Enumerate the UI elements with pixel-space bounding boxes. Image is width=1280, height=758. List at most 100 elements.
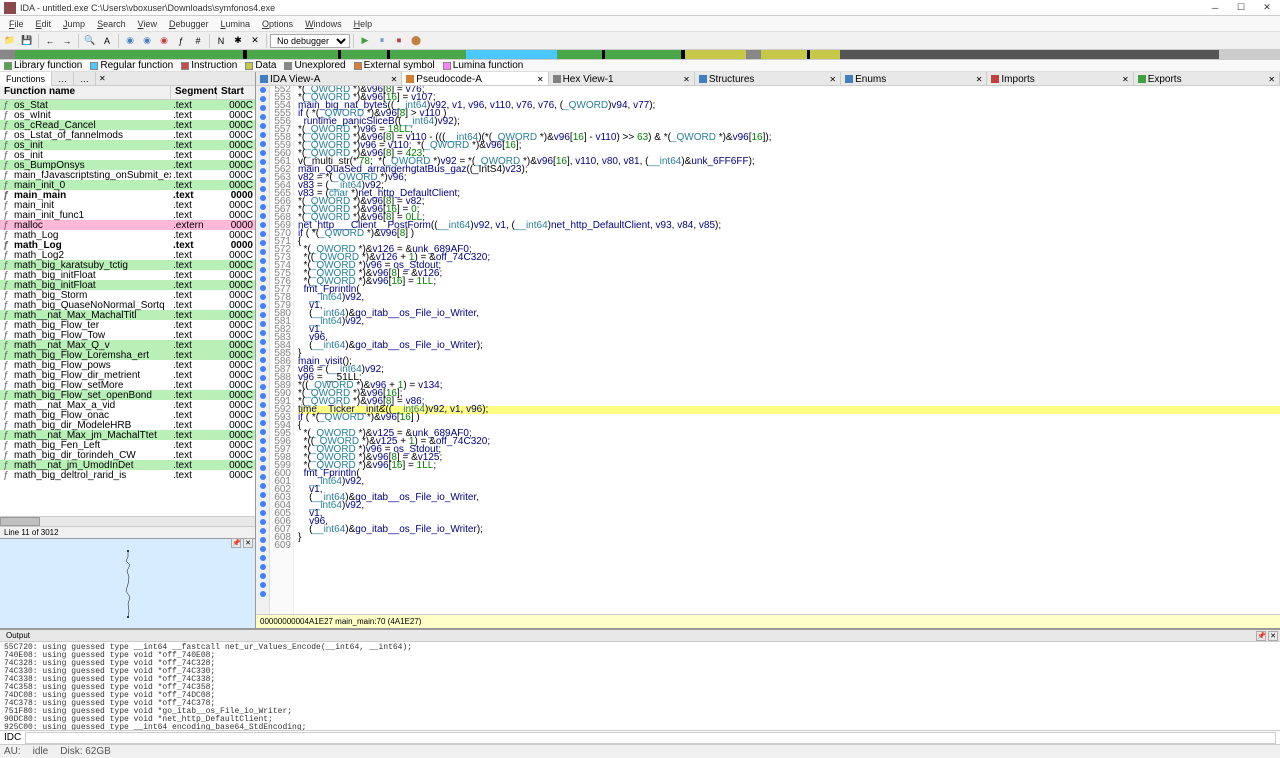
nav-segment[interactable] [341,50,386,59]
tab-close-icon[interactable]: ✕ [1122,75,1129,84]
function-row[interactable]: ƒmath_big_initFloat.text000C [0,270,255,280]
code-line[interactable]: __int64)v92, [298,294,1280,302]
function-row[interactable]: ƒmath_big_Flow_dir_metrient.text000C [0,370,255,380]
code-line[interactable] [298,542,1280,550]
text-icon[interactable]: A [99,33,115,49]
pane-close-icon[interactable]: ✕ [96,74,109,83]
code-line[interactable]: main_visit(); [298,358,1280,366]
nav-segment[interactable] [15,50,242,59]
function-row[interactable]: ƒmath__nat_Max_MachalTitl.text000C [0,310,255,320]
tool-icon[interactable]: ⬤ [408,33,424,49]
nav-segment[interactable] [390,50,466,59]
nav-segment[interactable] [605,50,681,59]
output-close-icon[interactable]: ✕ [1268,631,1278,641]
output-log[interactable]: 55C720: using guessed type __int64 __fas… [0,642,1280,730]
save-icon[interactable]: 💾 [19,33,35,49]
col-start[interactable]: Start [217,86,255,99]
code-line[interactable]: (__int64)&go_itab__os_File_io_Writer, [298,310,1280,318]
tool-icon[interactable]: ◉ [122,33,138,49]
nav-segment[interactable] [247,50,338,59]
code-line[interactable]: (__int64)&go_itab__os_File_io_Writer); [298,342,1280,350]
function-row[interactable]: ƒmain_init.text000C [0,200,255,210]
code-line[interactable]: (__int64)&go_itab__os_File_io_Writer, [298,494,1280,502]
graph-overview[interactable] [0,539,255,628]
code-line[interactable]: runtime_panicSliceB((__int64)v92); [298,118,1280,126]
menu-debugger[interactable]: Debugger [164,19,214,29]
tab-close-icon[interactable]: ✕ [829,75,836,84]
code-line[interactable]: *((_QWORD *)&v126 + 1) = &off_74C320; [298,254,1280,262]
code-line[interactable]: v96 = __51LL; [298,374,1280,382]
nav-segment[interactable] [557,50,602,59]
function-row[interactable]: ƒmath__nat_Max_a_vid.text000C [0,400,255,410]
back-icon[interactable]: ← [42,33,58,49]
code-line[interactable]: *((_QWORD *)&v125 + 1) = &off_74C320; [298,438,1280,446]
function-row[interactable]: ƒmath_big_dir_torindeh_CW.text000C [0,450,255,460]
function-row[interactable]: ƒmath_big_Fen_Left.text000C [0,440,255,450]
code-line[interactable]: *(_QWORD *)&v96[8] = &v125; [298,454,1280,462]
tool-icon[interactable]: ƒ [173,33,189,49]
functions-list[interactable]: ƒos_Stat.text000Cƒos_wInit.text000Cƒos_c… [0,100,255,516]
function-row[interactable]: ƒmalloc.extern0000 [0,220,255,230]
function-row[interactable]: ƒmath_Log.text0000 [0,240,255,250]
col-name[interactable]: Function name [0,86,171,99]
tab-structures[interactable]: Structures✕ [695,72,841,86]
tab-enums[interactable]: Enums✕ [841,72,987,86]
nav-segment[interactable] [746,50,761,59]
tool-icon[interactable]: ✕ [247,33,263,49]
code-line[interactable]: v86 = (__int64)v92; [298,366,1280,374]
function-row[interactable]: ƒmath_Log.text000C [0,230,255,240]
debugger-dropdown[interactable]: No debugger [270,34,350,48]
close-button[interactable]: ✕ [1258,2,1276,14]
code-line[interactable]: *(_QWORD *)&v96[8] = v76; [298,86,1280,94]
code-line[interactable]: fmt_Fprintln( [298,470,1280,478]
output-pin-icon[interactable]: 📌 [1256,631,1266,641]
tab-ida-view-a[interactable]: IDA View-A✕ [256,72,402,86]
output-tab[interactable]: Output [0,631,36,640]
minimize-button[interactable]: ─ [1206,2,1224,14]
menu-help[interactable]: Help [349,19,378,29]
col-segment[interactable]: Segment [171,86,217,99]
menu-jump[interactable]: Jump [58,19,90,29]
code-line[interactable]: } [298,534,1280,542]
tab-close-icon[interactable]: ✕ [976,75,983,84]
function-row[interactable]: ƒos_init.text000C [0,150,255,160]
code-line[interactable]: } [298,350,1280,358]
function-row[interactable]: ƒmath_big_dir_ModeleHRB.text000C [0,420,255,430]
tab-close-icon[interactable]: ✕ [1268,75,1275,84]
code-line[interactable]: if ( *(_QWORD *)&v96[16] ) [298,414,1280,422]
code-line[interactable]: __int64)v92, [298,502,1280,510]
code-line[interactable]: time__Ticker__init&((__int64)v92, v1, v9… [298,406,1280,414]
navigation-band[interactable] [0,50,1280,60]
function-row[interactable]: ƒmain_init_func1.text000C [0,210,255,220]
run-icon[interactable]: ▶ [357,33,373,49]
code-line[interactable]: if ( *(_QWORD *)&v96[8] ) [298,230,1280,238]
function-row[interactable]: ƒmain_fJavascriptsting_onSubmit_exe.text… [0,170,255,180]
code-line[interactable]: v1, [298,326,1280,334]
code-line[interactable]: *(_QWORD *)&v96[8] = &v126; [298,270,1280,278]
menu-search[interactable]: Search [92,19,131,29]
menu-lumina[interactable]: Lumina [215,19,255,29]
nav-segment[interactable] [1219,50,1280,59]
function-row[interactable]: ƒmath_big_Flow_pows.text000C [0,360,255,370]
function-row[interactable]: ƒmath__nat_jm_UmodInDet.text000C [0,460,255,470]
tab-close-icon[interactable]: ✕ [391,75,398,84]
code-line[interactable]: v83 = (char *)net_http_DefaultClient; [298,190,1280,198]
function-row[interactable]: ƒmain_init_0.text000C [0,180,255,190]
search-icon[interactable]: 🔍 [82,33,98,49]
code-line[interactable]: *((_QWORD *)&v96 + 1) = v134; [298,382,1280,390]
code-line[interactable]: *(_QWORD *)&v96[16] = 1LL; [298,278,1280,286]
code-line[interactable]: (__int64)&go_itab__os_File_io_Writer); [298,526,1280,534]
menu-options[interactable]: Options [257,19,298,29]
code-line[interactable]: *(_QWORD *)v96 = os_Stdout; [298,262,1280,270]
pause-icon[interactable]: ⏸ [374,33,390,49]
graph-tab-pin-icon[interactable]: 📌 [231,538,241,548]
nav-segment[interactable] [685,50,746,59]
function-row[interactable]: ƒmath_Log2.text000C [0,250,255,260]
menu-file[interactable]: File [4,19,29,29]
graph-tab-close-icon[interactable]: ✕ [243,538,253,548]
command-input[interactable] [25,732,1276,744]
nav-segment[interactable] [466,50,557,59]
code-line[interactable]: v82 = *(_QWORD *)v96; [298,174,1280,182]
function-row[interactable]: ƒos_cRead_Cancel.text000C [0,120,255,130]
tab-hex-view-1[interactable]: Hex View-1✕ [549,72,695,86]
